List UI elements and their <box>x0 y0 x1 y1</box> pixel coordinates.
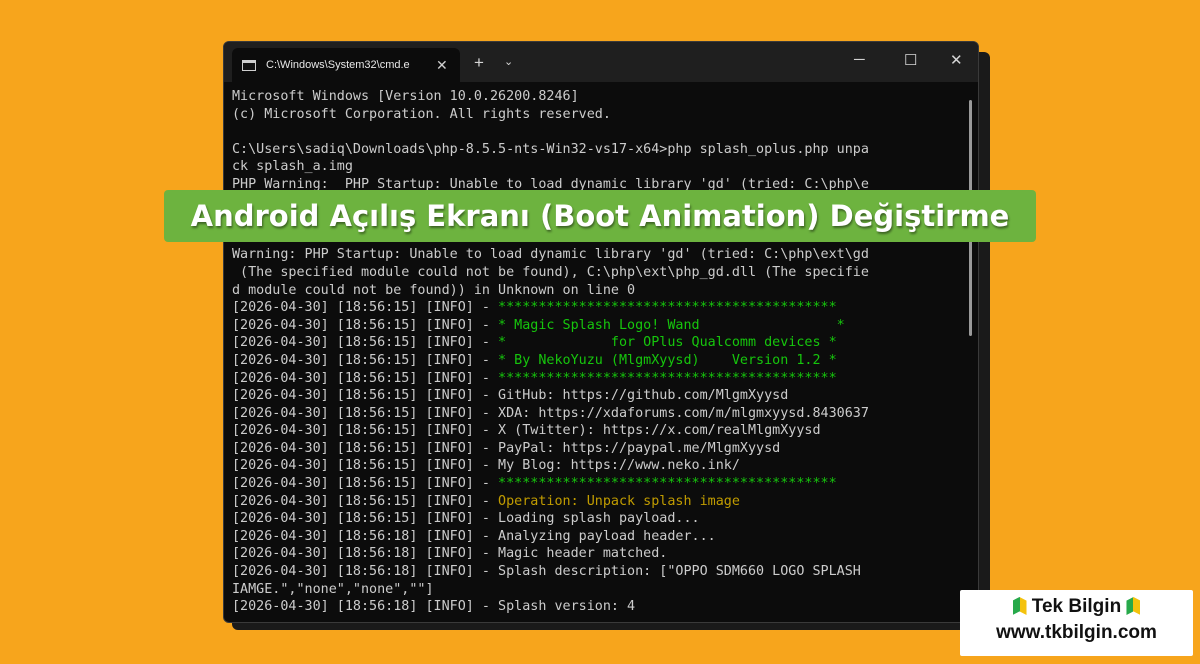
line-text: * By NekoYuzu (MlgmXyysd) Version 1.2 * <box>498 352 837 368</box>
line-text: d module could not be found)) in Unknown… <box>232 282 636 298</box>
log-prefix: [2026-04-30] [18:56:15] [INFO] - <box>232 405 499 421</box>
log-prefix: [2026-04-30] [18:56:15] [INFO] - <box>232 335 499 351</box>
line-text: Warning: PHP Startup: Unable to load dyn… <box>232 247 869 263</box>
terminal-line: [2026-04-30] [18:56:18] [INFO] - Analyzi… <box>232 528 960 546</box>
leaf-icon <box>1012 597 1027 615</box>
line-text: X (Twitter): https://x.com/realMlgmXyysd <box>498 423 821 439</box>
terminal-line: d module could not be found)) in Unknown… <box>232 282 960 300</box>
new-tab-icon[interactable]: + <box>474 53 484 73</box>
line-text: ****************************************… <box>498 476 837 492</box>
cmd-window[interactable]: C:\Windows\System32\cmd.e ✕ + ⌄ ─ ☐ ✕ Mi… <box>223 41 979 623</box>
log-prefix: [2026-04-30] [18:56:15] [INFO] - <box>232 352 499 368</box>
close-icon[interactable]: ✕ <box>950 51 963 69</box>
badge-title-row: Tek Bilgin <box>960 596 1193 618</box>
terminal-line: [2026-04-30] [18:56:15] [INFO] - *******… <box>232 370 960 388</box>
log-prefix: [2026-04-30] [18:56:15] [INFO] - <box>232 317 499 333</box>
terminal-line: (c) Microsoft Corporation. All rights re… <box>232 106 960 124</box>
line-text: Operation: Unpack splash image <box>498 493 740 509</box>
line-text: IAMGE.","none","none",""] <box>232 581 434 597</box>
terminal-line: [2026-04-30] [18:56:15] [INFO] - X (Twit… <box>232 422 960 440</box>
terminal-line: [2026-04-30] [18:56:15] [INFO] - Operati… <box>232 493 960 511</box>
terminal-tab[interactable]: C:\Windows\System32\cmd.e ✕ <box>232 48 460 82</box>
log-prefix: [2026-04-30] [18:56:15] [INFO] - <box>232 511 499 527</box>
line-text: Microsoft Windows [Version 10.0.26200.82… <box>232 89 579 104</box>
line-text: (The specified module could not be found… <box>232 264 869 280</box>
log-prefix: [2026-04-30] [18:56:15] [INFO] - <box>232 423 499 439</box>
tab-title: C:\Windows\System32\cmd.e <box>266 59 410 71</box>
terminal-line: [2026-04-30] [18:56:18] [INFO] - Splash … <box>232 563 960 581</box>
terminal-line: IAMGE.","none","none",""] <box>232 581 960 599</box>
terminal-line: ck splash_a.img <box>232 158 960 176</box>
log-prefix: [2026-04-30] [18:56:15] [INFO] - <box>232 476 499 492</box>
line-text: Splash description: ["OPPO SDM660 LOGO S… <box>498 564 861 580</box>
line-text: ****************************************… <box>498 370 837 386</box>
site-badge: Tek Bilgin www.tkbilgin.com <box>960 590 1193 656</box>
line-text: XDA: https://xdaforums.com/m/mlgmxyysd.8… <box>498 405 869 421</box>
terminal-line: Warning: PHP Startup: Unable to load dyn… <box>232 246 960 264</box>
badge-title: Tek Bilgin <box>1031 596 1122 617</box>
title-banner: Android Açılış Ekranı (Boot Animation) D… <box>164 190 1036 242</box>
line-text: ****************************************… <box>498 300 837 316</box>
badge-url: www.tkbilgin.com <box>996 622 1157 643</box>
terminal-line: [2026-04-30] [18:56:15] [INFO] - *******… <box>232 475 960 493</box>
line-text: * for OPlus Qualcomm devices * <box>498 335 837 351</box>
minimize-icon[interactable]: ─ <box>854 51 865 68</box>
line-text: PayPal: https://paypal.me/MlgmXyysd <box>498 440 781 456</box>
cmd-icon <box>242 59 256 71</box>
terminal-output[interactable]: Microsoft Windows [Version 10.0.26200.82… <box>232 88 960 618</box>
line-text: Loading splash payload... <box>498 511 700 527</box>
log-prefix: [2026-04-30] [18:56:15] [INFO] - <box>232 458 499 474</box>
terminal-line: [2026-04-30] [18:56:15] [INFO] - My Blog… <box>232 457 960 475</box>
terminal-line: [2026-04-30] [18:56:15] [INFO] - * By Ne… <box>232 352 960 370</box>
leaf-icon <box>1126 597 1141 615</box>
log-prefix: [2026-04-30] [18:56:18] [INFO] - <box>232 546 499 562</box>
line-text: Splash version: 4 <box>498 599 636 615</box>
log-prefix: [2026-04-30] [18:56:18] [INFO] - <box>232 599 499 615</box>
terminal-line: (The specified module could not be found… <box>232 264 960 282</box>
terminal-line: Microsoft Windows [Version 10.0.26200.82… <box>232 88 960 106</box>
terminal-line: C:\Users\sadiq\Downloads\php-8.5.5-nts-W… <box>232 141 960 159</box>
line-text: Analyzing payload header... <box>498 528 716 544</box>
terminal-line: [2026-04-30] [18:56:15] [INFO] - GitHub:… <box>232 387 960 405</box>
log-prefix: [2026-04-30] [18:56:18] [INFO] - <box>232 564 499 580</box>
terminal-line: [2026-04-30] [18:56:15] [INFO] - *******… <box>232 299 960 317</box>
terminal-line: [2026-04-30] [18:56:15] [INFO] - Loading… <box>232 510 960 528</box>
log-prefix: [2026-04-30] [18:56:15] [INFO] - <box>232 440 499 456</box>
terminal-line: [2026-04-30] [18:56:15] [INFO] - * for O… <box>232 334 960 352</box>
log-prefix: [2026-04-30] [18:56:18] [INFO] - <box>232 528 499 544</box>
chevron-down-icon[interactable]: ⌄ <box>504 55 513 68</box>
terminal-line: [2026-04-30] [18:56:18] [INFO] - Magic h… <box>232 545 960 563</box>
title-bar[interactable]: C:\Windows\System32\cmd.e ✕ + ⌄ ─ ☐ ✕ <box>224 42 978 82</box>
line-text: Magic header matched. <box>498 546 668 562</box>
line-text: My Blog: https://www.neko.ink/ <box>498 458 740 474</box>
terminal-line: [2026-04-30] [18:56:18] [INFO] - Splash … <box>232 598 960 616</box>
line-text: ck splash_a.img <box>232 159 353 175</box>
terminal-line: [2026-04-30] [18:56:15] [INFO] - XDA: ht… <box>232 405 960 423</box>
banner-title: Android Açılış Ekranı (Boot Animation) D… <box>190 199 1010 233</box>
line-text: GitHub: https://github.com/MlgmXyysd <box>498 388 789 404</box>
line-text: * Magic Splash Logo! Wand * <box>498 317 845 333</box>
log-prefix: [2026-04-30] [18:56:15] [INFO] - <box>232 388 499 404</box>
log-prefix: [2026-04-30] [18:56:15] [INFO] - <box>232 300 499 316</box>
log-prefix: [2026-04-30] [18:56:15] [INFO] - <box>232 493 499 509</box>
terminal-line: [2026-04-30] [18:56:15] [INFO] - PayPal:… <box>232 440 960 458</box>
line-text: (c) Microsoft Corporation. All rights re… <box>232 106 611 122</box>
log-prefix: [2026-04-30] [18:56:15] [INFO] - <box>232 370 499 386</box>
terminal-line: [2026-04-30] [18:56:15] [INFO] - * Magic… <box>232 317 960 335</box>
line-text: C:\Users\sadiq\Downloads\php-8.5.5-nts-W… <box>232 141 869 157</box>
maximize-icon[interactable]: ☐ <box>904 51 917 69</box>
tab-close-icon[interactable]: ✕ <box>436 57 448 74</box>
